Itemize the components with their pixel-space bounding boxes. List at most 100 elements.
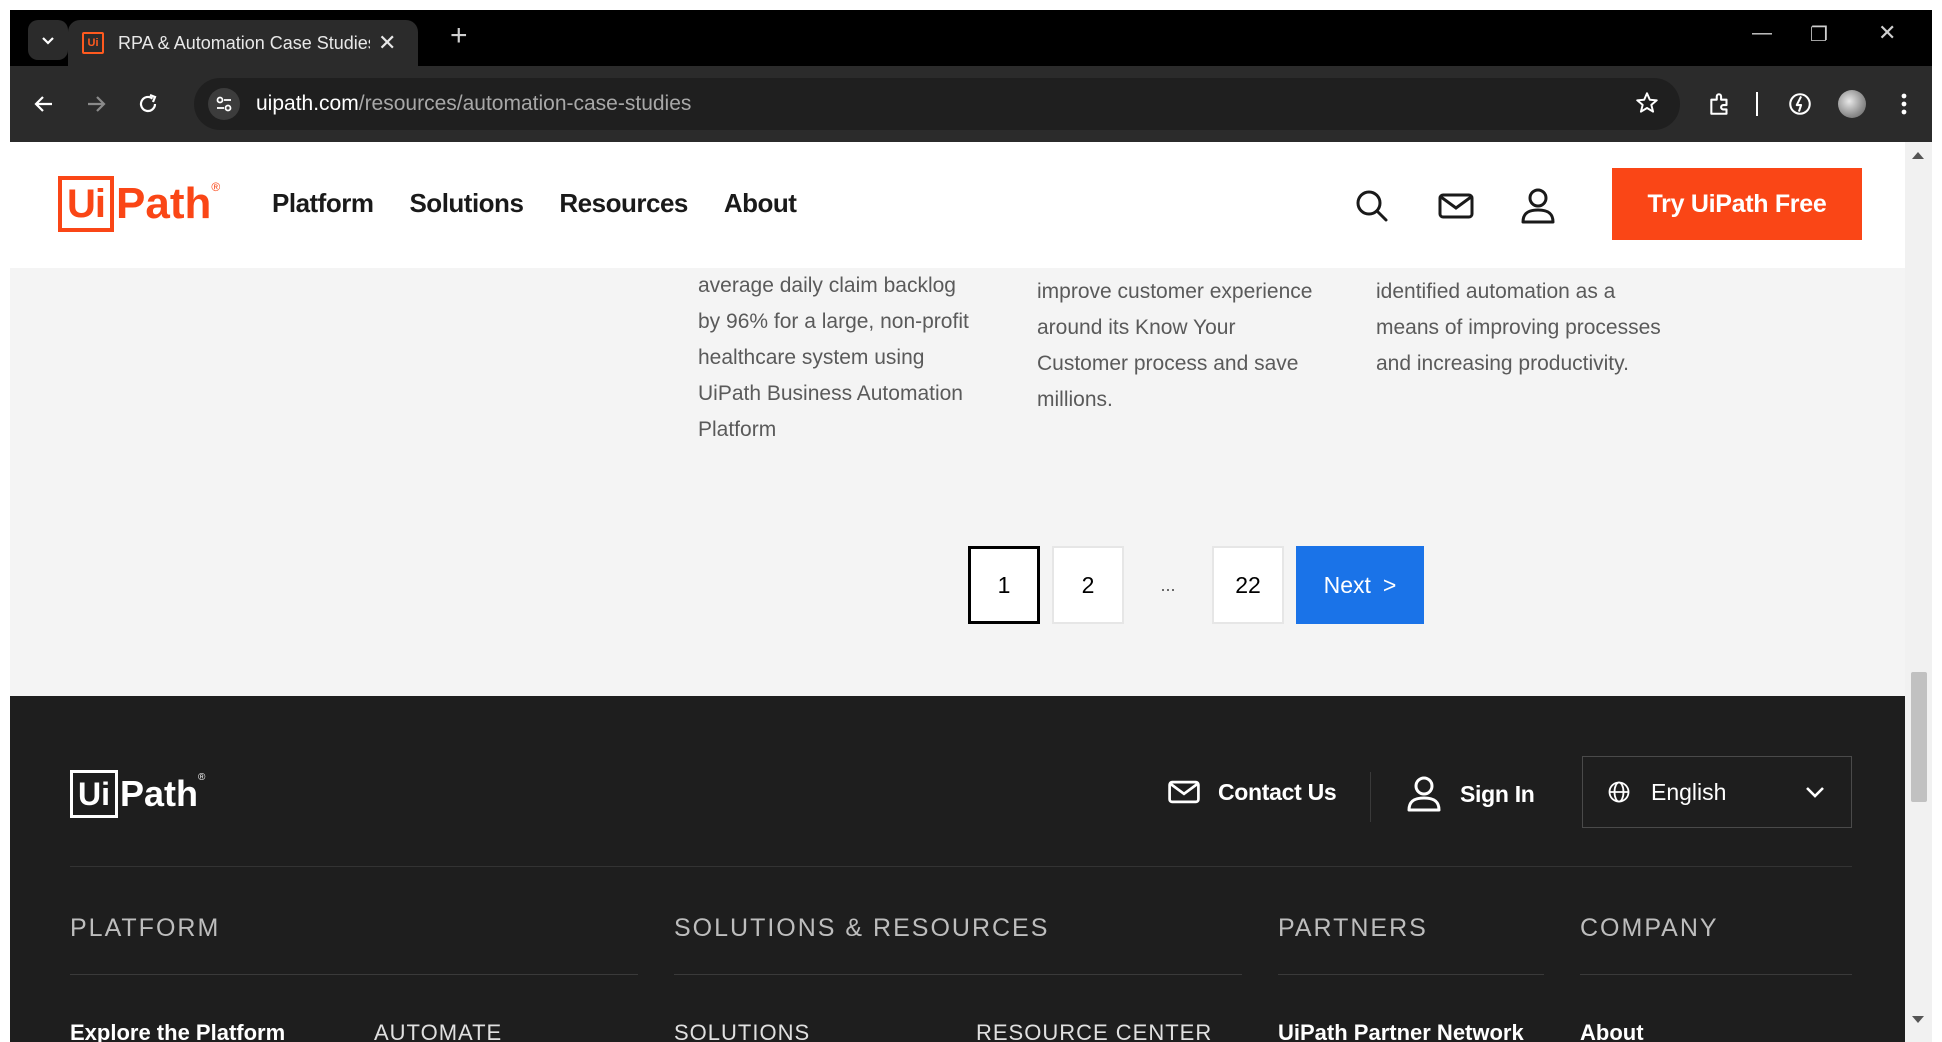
avatar xyxy=(1838,90,1866,118)
address-bar[interactable]: uipath.com/resources/automation-case-stu… xyxy=(194,78,1680,130)
profile-button[interactable] xyxy=(1836,88,1868,120)
extensions-button[interactable] xyxy=(1704,88,1736,120)
user-icon xyxy=(1521,188,1555,224)
browser-tab[interactable]: Ui RPA & Automation Case Studies ✕ xyxy=(68,20,418,66)
mail-icon xyxy=(1168,780,1200,804)
forward-button[interactable] xyxy=(80,88,112,120)
logo-ui: Ui xyxy=(58,176,114,232)
menu-icon xyxy=(1901,93,1907,115)
card-2-line: around its Know Your xyxy=(1037,316,1236,339)
nav-platform[interactable]: Platform xyxy=(272,188,374,219)
footer-column-platform: PLATFORM xyxy=(70,914,221,942)
try-uipath-free-button[interactable]: Try UiPath Free xyxy=(1612,168,1862,240)
footer-link-explore-platform[interactable]: Explore the Platform xyxy=(70,1020,285,1042)
main-nav: Platform Solutions Resources About xyxy=(272,188,797,219)
back-icon xyxy=(34,96,52,112)
footer-signin-link[interactable]: Sign In xyxy=(1404,774,1535,814)
minimize-icon[interactable]: — xyxy=(1752,22,1772,45)
case-study-card-2-text: improve customer experience around its K… xyxy=(1037,274,1312,418)
footer-subheading-automate: AUTOMATE xyxy=(374,1020,503,1042)
footer-logo-ui: Ui xyxy=(70,770,118,818)
close-icon[interactable]: ✕ xyxy=(378,30,396,56)
next-page-button[interactable]: Next > xyxy=(1296,546,1424,624)
toolbar-divider xyxy=(1756,92,1758,116)
site-info-button[interactable] xyxy=(208,88,240,120)
card-2-line: millions. xyxy=(1037,388,1113,411)
pagination-ellipsis: ... xyxy=(1160,574,1176,595)
case-study-card-1-text: average daily claim backlog by 96% for a… xyxy=(698,268,969,448)
plus-icon[interactable]: + xyxy=(450,21,468,51)
user-icon xyxy=(1407,776,1441,812)
footer-link-partner-network[interactable]: UiPath Partner Network xyxy=(1278,1020,1524,1042)
language-selector[interactable]: English xyxy=(1582,756,1852,828)
mail-icon xyxy=(1438,193,1474,219)
footer-column-rule xyxy=(1278,974,1544,975)
footer-column-partners: PARTNERS xyxy=(1278,914,1428,942)
footer-contact-link[interactable]: Contact Us xyxy=(1166,774,1337,810)
reload-button[interactable] xyxy=(132,88,164,120)
footer-column-solutions-resources: SOLUTIONS & RESOURCES xyxy=(674,914,1050,942)
card-1-line: average daily claim backlog xyxy=(698,274,956,297)
footer-column-rule xyxy=(674,974,1242,975)
footer-logo[interactable]: Ui Path ® xyxy=(70,770,205,818)
footer-column-rule xyxy=(70,974,638,975)
url-host: uipath.com xyxy=(256,92,359,115)
tune-icon xyxy=(216,96,232,112)
card-1-line: healthcare system using xyxy=(698,346,925,369)
site-header: Ui Path ® Platform Solutions Resources A… xyxy=(10,142,1905,268)
language-label: English xyxy=(1651,778,1727,805)
card-3-line: and increasing productivity. xyxy=(1376,352,1629,375)
footer-column-company: COMPANY xyxy=(1580,914,1719,942)
card-3-line: identified automation as a xyxy=(1376,280,1616,303)
uipath-favicon-icon: Ui xyxy=(82,32,104,54)
tab-title: RPA & Automation Case Studies xyxy=(118,32,370,53)
page-button-2[interactable]: 2 xyxy=(1052,546,1124,624)
card-1-line: Platform xyxy=(698,418,777,441)
back-button[interactable] xyxy=(28,88,60,120)
nav-about[interactable]: About xyxy=(724,188,797,219)
speed-icon xyxy=(1789,93,1811,115)
footer-contact-label: Contact Us xyxy=(1218,778,1337,805)
card-1-line: by 96% for a large, non-profit xyxy=(698,310,969,333)
bookmark-button[interactable] xyxy=(1634,90,1660,121)
card-3-line: means of improving processes xyxy=(1376,316,1661,339)
site-footer: Ui Path ® Contact Us Sign In English PLA… xyxy=(10,696,1905,1042)
search-button[interactable] xyxy=(1352,186,1392,226)
contact-button[interactable] xyxy=(1436,186,1476,226)
logo-registered: ® xyxy=(211,180,221,194)
card-1-line: UiPath Business Automation xyxy=(698,382,963,405)
window-close-icon[interactable]: ✕ xyxy=(1878,20,1896,46)
restore-icon[interactable]: ❐ xyxy=(1810,22,1828,47)
nav-resources[interactable]: Resources xyxy=(559,188,688,219)
scroll-up-icon[interactable] xyxy=(1912,152,1924,159)
pagination: 1 2 ... 22 Next > xyxy=(968,546,1424,624)
reload-icon xyxy=(139,93,157,113)
next-label: Next xyxy=(1323,571,1371,598)
footer-subheading-solutions: SOLUTIONS xyxy=(674,1020,811,1042)
footer-separator xyxy=(1370,772,1371,822)
card-2-line: Customer process and save xyxy=(1037,352,1299,375)
browser-menu-button[interactable] xyxy=(1888,88,1920,120)
search-icon xyxy=(1356,190,1388,222)
logo-path: Path xyxy=(116,179,212,228)
performance-button[interactable] xyxy=(1784,88,1816,120)
case-study-card-3-text: identified automation as a means of impr… xyxy=(1376,274,1661,382)
next-arrow-icon: > xyxy=(1382,571,1397,598)
page-button-1[interactable]: 1 xyxy=(968,546,1040,624)
star-icon xyxy=(1636,92,1658,113)
dropdown-icon xyxy=(42,37,54,45)
nav-solutions[interactable]: Solutions xyxy=(409,188,523,219)
url-path: /resources/automation-case-studies xyxy=(358,92,692,115)
page-button-22[interactable]: 22 xyxy=(1212,546,1284,624)
uipath-logo[interactable]: Ui Path ® xyxy=(58,176,220,232)
footer-link-about[interactable]: About xyxy=(1580,1020,1644,1042)
account-button[interactable] xyxy=(1518,186,1558,226)
scroll-down-icon[interactable] xyxy=(1912,1016,1924,1023)
card-2-line: improve customer experience xyxy=(1037,280,1313,303)
scroll-thumb[interactable] xyxy=(1911,672,1927,802)
page-scrollbar[interactable] xyxy=(1905,142,1932,1042)
tab-search-button[interactable] xyxy=(28,20,68,60)
footer-subheading-resource-center: RESOURCE CENTER xyxy=(976,1020,1213,1042)
globe-icon xyxy=(1608,781,1630,803)
footer-logo-path: Path xyxy=(120,773,199,814)
